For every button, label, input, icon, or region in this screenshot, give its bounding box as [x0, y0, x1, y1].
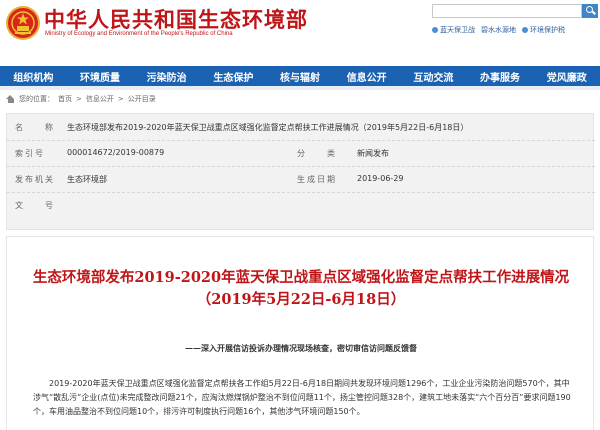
nav-item-nuclear-radiation[interactable]: 核与辐射 [267, 69, 334, 84]
article-title: 生态环境部发布2019-2020年蓝天保卫战重点区域强化监督定点帮扶工作进展情况… [7, 267, 595, 311]
article-title-line1: 生态环境部发布2019-2020年蓝天保卫战重点区域强化监督定点帮扶工作进展情况 [32, 269, 570, 286]
title-value: 生态环境部发布2019-2020年蓝天保卫战重点区域强化监督定点帮扶工作进展情况… [67, 123, 469, 132]
category-value: 新闻发布 [357, 149, 389, 158]
breadcrumb-sep: > [117, 95, 124, 103]
breadcrumb-sep: > [76, 95, 82, 103]
national-emblem-icon [6, 6, 40, 40]
nav-item-env-quality[interactable]: 环境质量 [67, 69, 134, 84]
org-value: 生态环境部 [67, 175, 107, 184]
nav-item-eco-protection[interactable]: 生态保护 [200, 69, 267, 84]
title-label: 名 称 [15, 123, 55, 132]
breadcrumb-prefix: 您的位置： [19, 95, 54, 103]
category-label: 分 类 [297, 149, 337, 158]
breadcrumb-home[interactable]: 首页 [58, 94, 72, 104]
nav-item-interaction[interactable]: 互动交流 [400, 69, 467, 84]
nav-item-integrity[interactable]: 党风廉政 [533, 69, 600, 84]
site-subtitle: Ministry of Ecology and Environment of t… [45, 31, 233, 37]
org-label: 发布机关 [15, 175, 55, 184]
nav-item-pollution-control[interactable]: 污染防治 [133, 69, 200, 84]
quick-links: 蓝天保卫战 碧水水源地 环境保护税 [432, 25, 565, 35]
nav-divider [0, 86, 600, 90]
search-input[interactable] [432, 4, 582, 18]
breadcrumb-catalog[interactable]: 公开目录 [128, 94, 156, 104]
nav-item-organization[interactable]: 组织机构 [0, 69, 67, 84]
index-label: 索引号 [15, 149, 45, 158]
breadcrumb: 您的位置： 首页 > 信息公开 > 公开目录 [6, 94, 156, 104]
quicklink-water-source[interactable]: 碧水水源地 [481, 25, 516, 35]
search-button[interactable] [582, 4, 598, 18]
docno-label: 文 号 [15, 201, 55, 210]
bullet-icon [522, 27, 528, 33]
article: 生态环境部发布2019-2020年蓝天保卫战重点区域强化监督定点帮扶工作进展情况… [6, 236, 594, 430]
article-title-line2: （2019年5月22日-6月18日） [196, 291, 406, 308]
info-row-title: 名 称 生态环境部发布2019-2020年蓝天保卫战重点区域强化监督定点帮扶工作… [7, 122, 595, 141]
quicklink-blue-sky[interactable]: 蓝天保卫战 [432, 25, 475, 35]
document-info-table: 名 称 生态环境部发布2019-2020年蓝天保卫战重点区域强化监督定点帮扶工作… [6, 113, 595, 230]
bullet-icon [432, 27, 438, 33]
home-icon [6, 95, 15, 103]
article-subtitle: ——深入开展信访投诉办理情况现场核查，密切审信访问题反馈督 [185, 343, 417, 353]
nav-item-info-disclosure[interactable]: 信息公开 [333, 69, 400, 84]
info-row-docno: 文 号 [7, 200, 595, 219]
info-row-org: 发布机关 生态环境部 生成日期 2019-06-29 [7, 174, 595, 193]
nav-item-services[interactable]: 办事服务 [467, 69, 534, 84]
index-value: 000014672/2019-00879 [67, 148, 165, 157]
breadcrumb-info-disclosure[interactable]: 信息公开 [86, 94, 114, 104]
date-value: 2019-06-29 [357, 174, 404, 183]
info-row-index: 索引号 000014672/2019-00879 分 类 新闻发布 [7, 148, 595, 167]
date-label: 生成日期 [297, 175, 337, 184]
quicklink-env-tax[interactable]: 环境保护税 [522, 25, 565, 35]
site-header: 中华人民共和国生态环境部 Ministry of Ecology and Env… [0, 0, 600, 60]
article-body: 2019-2020年蓝天保卫战重点区域强化监督定点帮扶各工作组5月22日-6月1… [33, 379, 571, 416]
site-title[interactable]: 中华人民共和国生态环境部 [44, 4, 308, 34]
main-nav: 组织机构 环境质量 污染防治 生态保护 核与辐射 信息公开 互动交流 办事服务 … [0, 66, 600, 86]
